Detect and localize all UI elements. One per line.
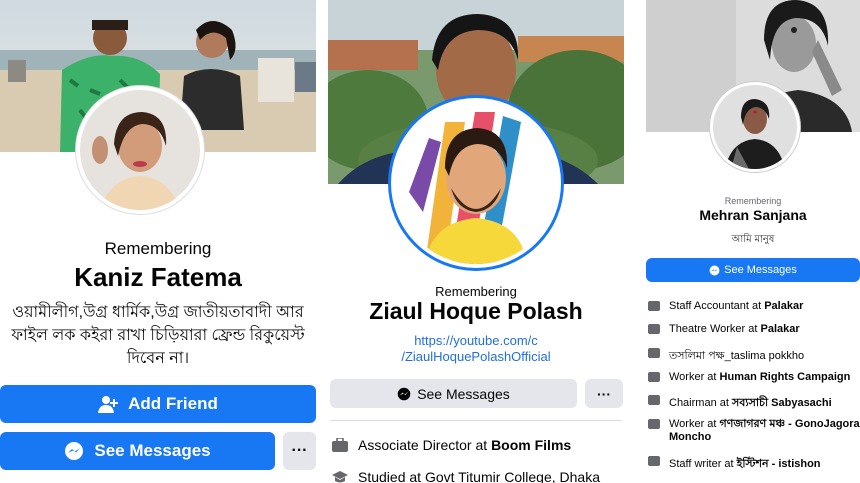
profile-card-kaniz-fatema: Remembering Kaniz Fatema ওয়ামীলীগ,উগ্র … — [0, 0, 316, 483]
info-text: Staff Accountant at Palakar — [669, 300, 804, 312]
info-row-work: Staff Accountant at Palakar — [648, 300, 803, 312]
website-link[interactable]: https://youtube.com/c /ZiaulHoquePolashO… — [328, 333, 624, 365]
divider — [330, 420, 622, 421]
link-line: /ZiaulHoquePolashOfficial — [401, 349, 551, 364]
profile-card-ziaul-hoque-polash: Remembering Ziaul Hoque Polash https://y… — [328, 0, 624, 483]
remembering-label: Remembering — [724, 196, 782, 206]
briefcase-icon — [648, 372, 660, 382]
add-friend-icon — [98, 396, 119, 413]
briefcase-icon — [648, 301, 660, 311]
bio-line: ফাইল লক কইরা রাখা চিড়িয়ারা ফ্রেন্ড রিক… — [11, 327, 305, 344]
messenger-icon — [397, 387, 411, 400]
info-text: Chairman at সব্যসাচী Sabyasachi — [669, 397, 832, 409]
see-messages-label: See Messages — [94, 441, 211, 460]
briefcase-icon — [648, 395, 660, 405]
info-text: Studied at Govt Titumir College, Dhaka — [358, 469, 601, 483]
profile-picture[interactable] — [391, 98, 561, 268]
remembering-label: Remembering — [104, 239, 212, 258]
info-row-work: তসলিমা পক্ষ_taslima pokkho — [648, 347, 804, 366]
briefcase-icon — [648, 456, 660, 466]
see-messages-button[interactable]: See Messages — [330, 379, 577, 408]
info-text: Associate Director at Boom Films — [358, 437, 572, 453]
profile-name: Mehran Sanjana — [699, 207, 807, 223]
briefcase-icon — [648, 419, 660, 429]
bio-line: ওয়ামীলীগ,উগ্র ধার্মিক,উগ্র জাতীয়তাবাদী… — [12, 304, 304, 321]
profile-picture[interactable] — [710, 82, 800, 172]
profile-picture[interactable] — [76, 86, 204, 214]
info-row-education: Studied at Govt Titumir College, Dhaka — [332, 469, 600, 483]
briefcase-icon — [332, 438, 348, 452]
info-row-work: Associate Director at Boom Films — [332, 437, 571, 453]
link-line: https://youtube.com/c — [414, 333, 538, 348]
bio-text: ওয়ামীলীগ,উগ্র ধার্মিক,উগ্র জাতীয়তাবাদী… — [0, 301, 316, 370]
profile-name: Ziaul Hoque Polash — [369, 298, 583, 324]
see-messages-button[interactable]: See Messages — [0, 432, 275, 470]
see-messages-label: See Messages — [417, 385, 510, 402]
profile-name: Kaniz Fatema — [74, 262, 242, 292]
more-options-button[interactable]: ··· — [283, 432, 316, 470]
profile-card-mehran-sanjana: Remembering Mehran Sanjana আমি মানুষ See… — [646, 0, 860, 483]
add-friend-button[interactable]: Add Friend — [0, 385, 316, 423]
graduation-cap-icon — [332, 471, 348, 483]
see-messages-button[interactable]: See Messages — [646, 258, 860, 282]
briefcase-icon — [648, 348, 660, 358]
info-row-work: Theatre Worker at Palakar — [648, 323, 800, 335]
add-friend-label: Add Friend — [128, 394, 218, 413]
briefcase-icon — [648, 324, 660, 334]
messenger-icon — [709, 265, 720, 275]
info-text: তসলিমা পক্ষ_taslima pokkho — [669, 350, 805, 362]
bio-text: আমি মানুষ — [731, 234, 775, 245]
info-text: Worker at গণজাগরণ মঞ্চ - GonoJagoran Monc… — [669, 418, 860, 443]
info-row-work: Worker at গণজাগরণ মঞ্চ - GonoJagoran Monc… — [648, 418, 860, 444]
info-row-work: Worker at Human Rights Campaign — [648, 371, 850, 383]
remembering-label: Remembering — [435, 284, 517, 299]
info-row-work: Staff writer at ইস্টিশন - istishon — [648, 455, 821, 474]
info-row-work: Chairman at সব্যসাচী Sabyasachi — [648, 394, 832, 413]
info-text: Theatre Worker at Palakar — [669, 323, 800, 335]
more-options-button[interactable]: ··· — [585, 379, 623, 408]
more-icon: ··· — [291, 442, 308, 459]
info-text: Worker at Human Rights Campaign — [669, 371, 851, 383]
bio-line: দিবেন না। — [126, 350, 190, 367]
info-text: Staff writer at ইস্টিশন - istishon — [669, 458, 821, 470]
more-icon: ··· — [597, 385, 611, 402]
see-messages-label: See Messages — [724, 264, 797, 276]
messenger-icon — [65, 442, 84, 460]
